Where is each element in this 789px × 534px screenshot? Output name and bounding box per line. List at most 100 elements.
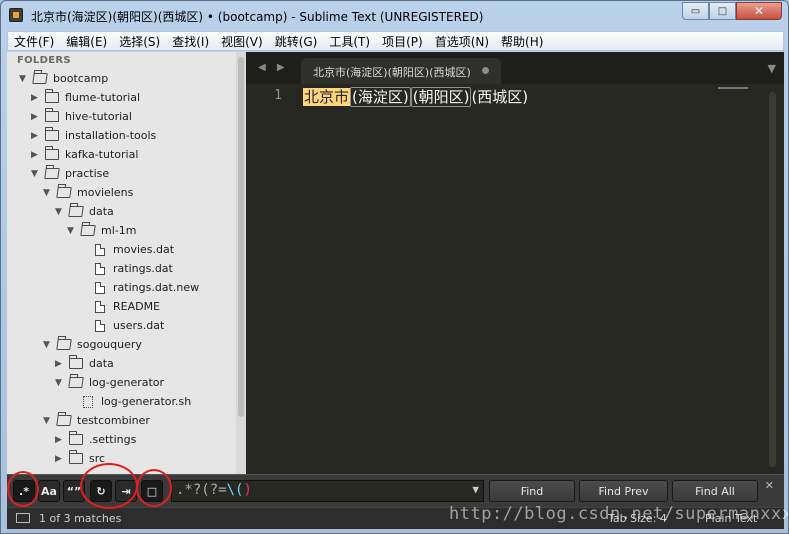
folder-icon xyxy=(45,108,59,122)
file-icon xyxy=(95,319,105,332)
unsaved-dot-icon[interactable] xyxy=(482,67,489,74)
panel-toggle-icon[interactable] xyxy=(16,513,30,523)
sublime-text-icon xyxy=(9,8,23,22)
collapsed-arrow-icon[interactable]: ▶ xyxy=(31,150,41,160)
editor-scrollbar[interactable] xyxy=(769,92,776,467)
sidebar-item[interactable]: movies.dat xyxy=(79,240,174,259)
maximize-button[interactable]: □ xyxy=(709,2,736,20)
menu-view[interactable]: 视图(V) xyxy=(215,33,269,50)
folder-icon xyxy=(69,431,83,445)
current-match: 北京市 xyxy=(303,88,351,106)
expanded-arrow-icon[interactable]: ▼ xyxy=(43,340,53,350)
close-find-panel-icon[interactable]: ✕ xyxy=(765,479,774,492)
menu-goto[interactable]: 跳转(G) xyxy=(269,33,324,50)
app-window: 北京市(海淀区)(朝阳区)(西城区) • (bootcamp) - Sublim… xyxy=(0,0,789,534)
case-sensitive-toggle-button[interactable]: Aa xyxy=(38,480,60,502)
sidebar-item[interactable]: ▼ log-generator xyxy=(55,373,164,392)
file-icon xyxy=(95,300,105,313)
sidebar-item[interactable]: ▶ .settings xyxy=(55,430,136,449)
menu-bar: 文件(F) 编辑(E) 选择(S) 查找(I) 视图(V) 跳转(G) 工具(T… xyxy=(7,31,784,51)
sidebar-item[interactable]: ▶ flume-tutorial xyxy=(31,88,140,107)
window-title: 北京市(海淀区)(朝阳区)(西城区) • (bootcamp) - Sublim… xyxy=(31,10,484,24)
menu-help[interactable]: 帮助(H) xyxy=(495,33,549,50)
collapsed-arrow-icon[interactable]: ▶ xyxy=(31,93,41,103)
code-line[interactable]: 北京市 (海淀区) (朝阳区) (西城区) xyxy=(303,86,528,107)
expanded-arrow-icon[interactable]: ▼ xyxy=(43,416,53,426)
sidebar-item[interactable]: ▶ data xyxy=(55,354,114,373)
file-icon xyxy=(95,243,105,256)
expanded-arrow-icon[interactable]: ▼ xyxy=(31,169,41,179)
sidebar-item[interactable]: ▼ data xyxy=(55,202,114,221)
sidebar-item[interactable]: ▼ sogouquery xyxy=(43,335,142,354)
sidebar-scrollbar[interactable] xyxy=(236,52,246,474)
expanded-arrow-icon[interactable]: ▼ xyxy=(55,378,65,388)
tab-navigation-arrows[interactable]: ◀ ▶ xyxy=(258,62,289,73)
sidebar-item[interactable]: ▶ kafka-tutorial xyxy=(31,145,138,164)
sidebar-item[interactable]: ▼ testcombiner xyxy=(43,411,150,430)
tab-label: 北京市(海淀区)(朝阳区)(西城区) xyxy=(313,66,471,79)
menu-find[interactable]: 查找(I) xyxy=(166,33,215,50)
sidebar-item-label: movielens xyxy=(77,186,134,199)
menu-preferences[interactable]: 首选项(N) xyxy=(429,33,495,50)
collapsed-arrow-icon[interactable]: ▶ xyxy=(55,454,65,464)
minimap[interactable] xyxy=(718,87,748,89)
find-button[interactable]: Find xyxy=(489,480,575,502)
expanded-arrow-icon[interactable]: ▼ xyxy=(55,207,65,217)
window-controls: ▭ □ ✕ xyxy=(682,2,782,20)
code-text: (西城区) xyxy=(471,88,529,106)
sidebar-item-label: .settings xyxy=(89,433,137,446)
collapsed-arrow-icon[interactable]: ▶ xyxy=(31,131,41,141)
sidebar-item[interactable]: ▼ practise xyxy=(31,164,109,183)
line-number: 1 xyxy=(274,88,282,103)
find-all-button[interactable]: Find All xyxy=(672,480,758,502)
minimize-button[interactable]: ▭ xyxy=(682,2,709,20)
collapsed-arrow-icon[interactable]: ▶ xyxy=(31,112,41,122)
sidebar-item[interactable]: ▼ bootcamp xyxy=(19,69,108,88)
title-bar: 北京市(海淀区)(朝阳区)(西城区) • (bootcamp) - Sublim… xyxy=(1,1,788,31)
collapsed-arrow-icon[interactable]: ▶ xyxy=(55,359,65,369)
sidebar-item[interactable]: ▼ ml-1m xyxy=(67,221,136,240)
expanded-arrow-icon[interactable]: ▼ xyxy=(19,74,29,84)
sidebar-item[interactable]: ▶ installation-tools xyxy=(31,126,156,145)
sidebar-item[interactable]: ratings.dat.new xyxy=(79,278,199,297)
annotation-circle xyxy=(80,463,138,509)
main-area: FOLDERS ▼ bootcamp ▶ flume-tutorial ▶ hive-tu… xyxy=(7,52,784,474)
sidebar-item[interactable]: users.dat xyxy=(79,316,164,335)
sidebar-item[interactable]: ▶ hive-tutorial xyxy=(31,107,132,126)
expanded-arrow-icon[interactable]: ▼ xyxy=(43,188,53,198)
find-history-dropdown-icon[interactable]: ▼ xyxy=(472,483,479,496)
sidebar-item[interactable]: README xyxy=(79,297,160,316)
menu-tools[interactable]: 工具(T) xyxy=(323,33,376,50)
collapsed-arrow-icon[interactable]: ▶ xyxy=(55,435,65,445)
folder-open-icon xyxy=(80,225,96,236)
menu-project[interactable]: 项目(P) xyxy=(376,33,429,50)
find-query-suffix: ) xyxy=(243,482,252,498)
menu-selection[interactable]: 选择(S) xyxy=(113,33,166,50)
find-input[interactable]: .*?(?=\() ▼ xyxy=(171,480,484,502)
sidebar-item[interactable]: log-generator.sh xyxy=(67,392,191,411)
find-query-prefix: .*?(?= xyxy=(176,482,227,498)
expanded-arrow-icon[interactable]: ▼ xyxy=(67,226,77,236)
sidebar-item-label: installation-tools xyxy=(65,129,157,142)
sidebar-item[interactable]: ▼ movielens xyxy=(43,183,133,202)
script-file-icon xyxy=(83,395,93,408)
close-button[interactable]: ✕ xyxy=(736,2,782,20)
folder-icon xyxy=(69,450,83,464)
folder-icon xyxy=(45,89,59,103)
sidebar-item-label: kafka-tutorial xyxy=(65,148,139,161)
tab-active[interactable]: 北京市(海淀区)(朝阳区)(西城区) xyxy=(301,58,501,84)
sidebar-item-label: README xyxy=(113,300,161,313)
tab-list-dropdown-icon[interactable]: ▼ xyxy=(768,62,776,75)
sidebar-item-label: ratings.dat.new xyxy=(113,281,200,294)
menu-file[interactable]: 文件(F) xyxy=(8,33,60,50)
sidebar-item-label: sogouquery xyxy=(77,338,142,351)
folder-open-icon xyxy=(56,415,72,426)
sidebar-item-label: data xyxy=(89,205,114,218)
menu-edit[interactable]: 编辑(E) xyxy=(60,33,113,50)
sidebar-item-label: practise xyxy=(65,167,110,180)
find-prev-button[interactable]: Find Prev xyxy=(579,480,668,502)
sidebar-item[interactable]: ratings.dat xyxy=(79,259,173,278)
sidebar-item-label: bootcamp xyxy=(53,72,109,85)
sidebar-item-label: testcombiner xyxy=(77,414,150,427)
sidebar-scroll-thumb[interactable] xyxy=(238,57,244,417)
